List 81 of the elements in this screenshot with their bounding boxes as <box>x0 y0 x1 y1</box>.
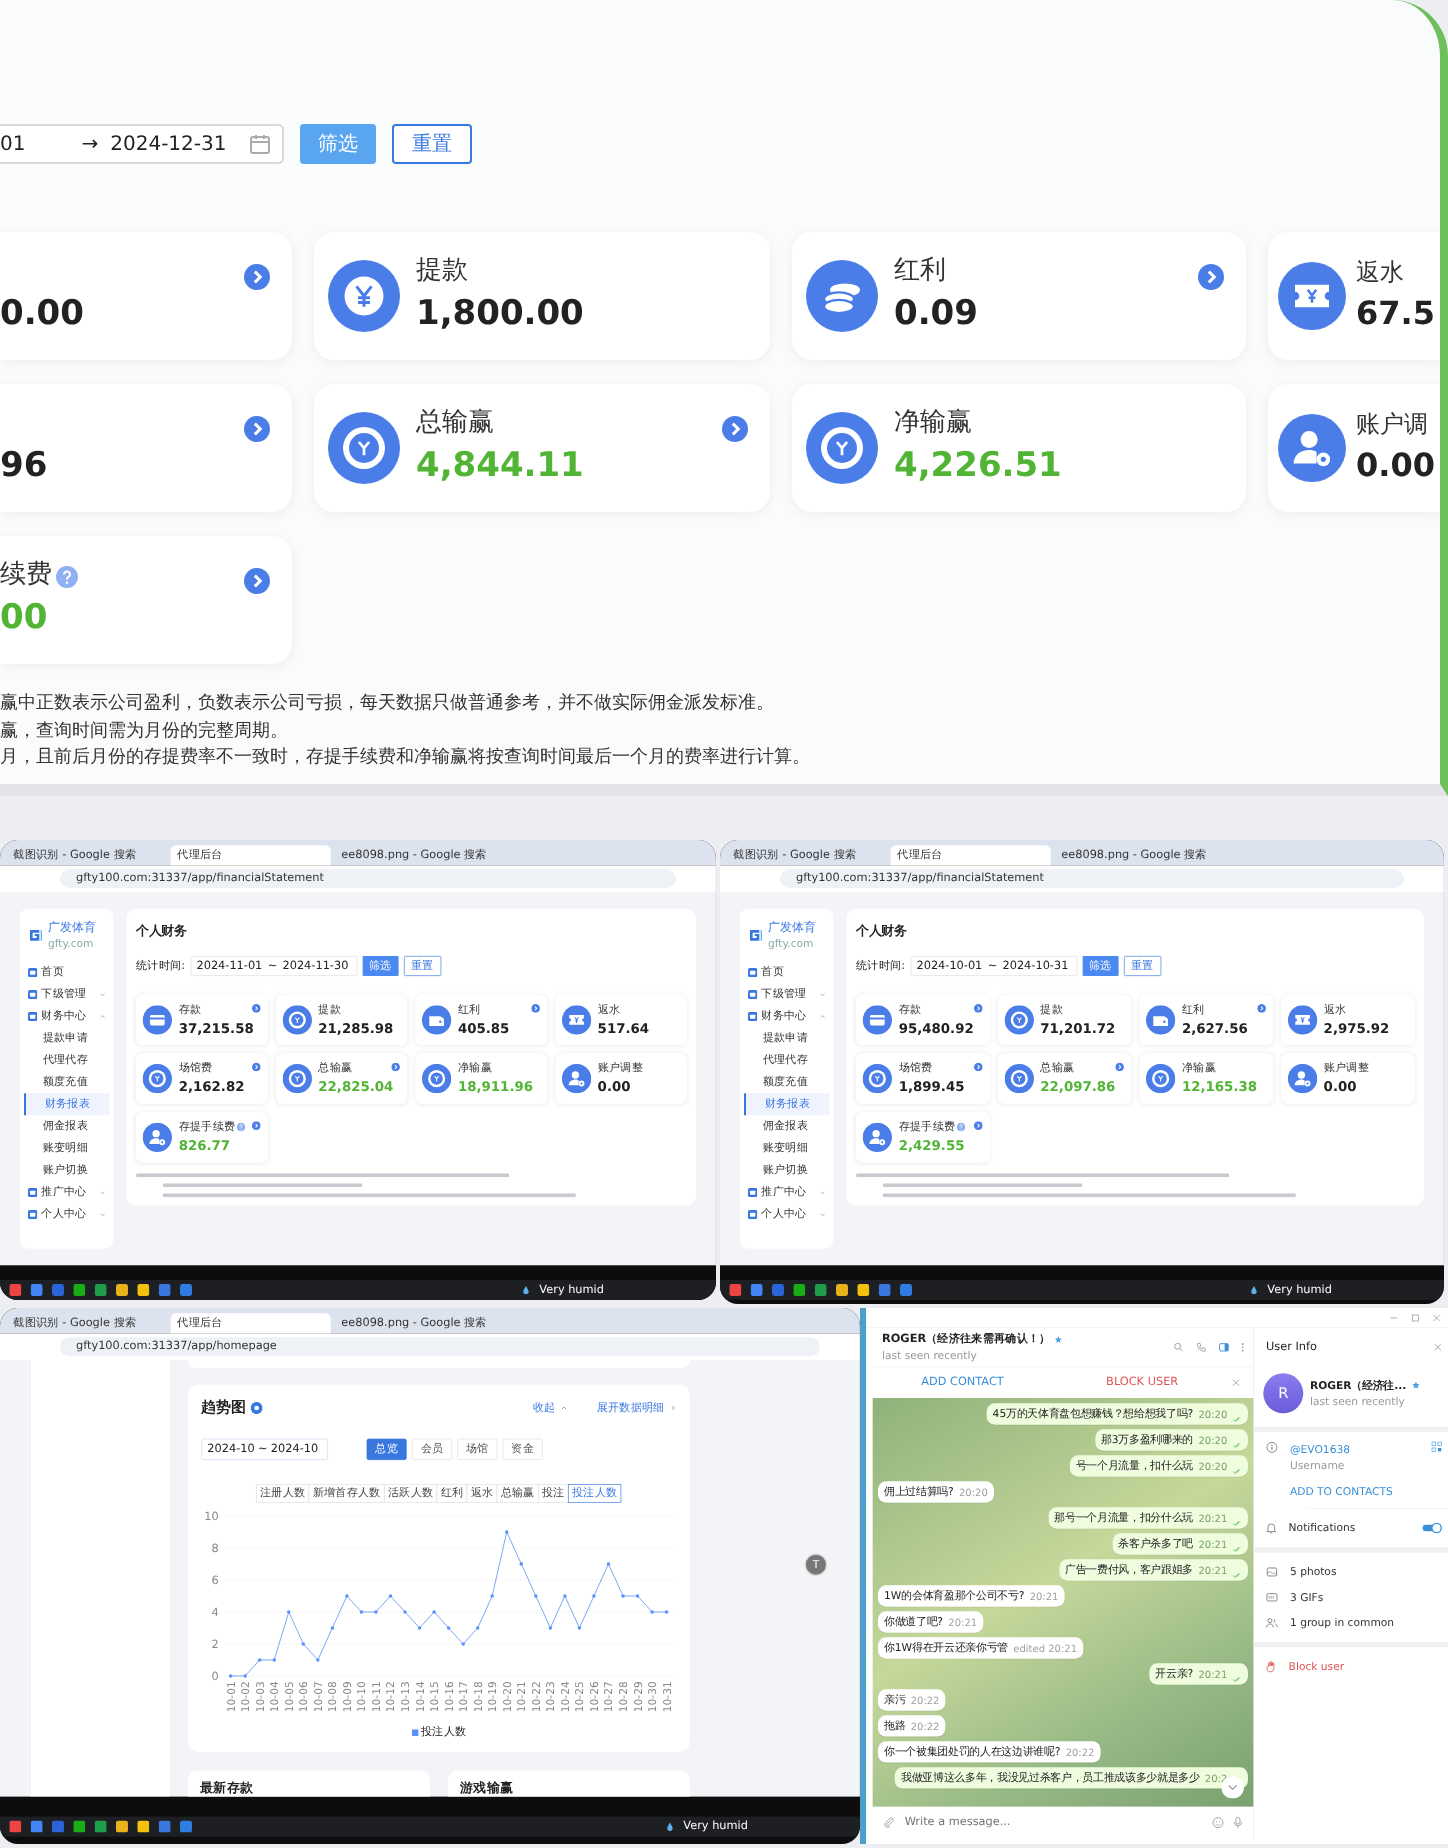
arrow-button[interactable] <box>251 1003 261 1013</box>
yen-icon <box>328 260 400 332</box>
menu-icon <box>748 1011 758 1021</box>
reset-button[interactable]: 重置 <box>392 124 472 164</box>
arrow-button[interactable] <box>251 1062 261 1071</box>
date-range-field[interactable]: 01 → 2024-12-31 <box>0 124 284 164</box>
stat-label: 总输赢 <box>416 406 494 442</box>
arrow-button[interactable] <box>973 1120 983 1130</box>
arrow-button[interactable] <box>973 1062 983 1071</box>
stat-value: 0.00 <box>0 292 84 338</box>
star-icon <box>1054 1335 1063 1343</box>
legend-swatch <box>411 1729 419 1736</box>
user-gear-icon <box>142 1122 172 1152</box>
arrow-button[interactable] <box>722 416 748 442</box>
arrow-button[interactable] <box>244 568 270 594</box>
calendar-icon <box>250 134 270 154</box>
menu-icon <box>28 1011 38 1021</box>
arrow-button[interactable] <box>973 1003 983 1013</box>
logo-icon <box>28 927 44 943</box>
coin-icon <box>862 1063 892 1093</box>
menu-icon <box>748 967 758 977</box>
stat-label: 净输赢 <box>894 406 972 442</box>
weather-icon <box>1250 1285 1259 1295</box>
menu-icon <box>748 1187 758 1197</box>
stat-value: 4,226.51 <box>894 444 1062 490</box>
coin-icon <box>282 1005 312 1035</box>
star-icon <box>1411 1381 1420 1390</box>
stat-value: 67.5 <box>1356 292 1435 336</box>
note-text: 赢中正数表示公司盈利，负数表示公司亏损，每天数据只做普通参考，并不做实际佣金派发标准。 <box>0 692 776 718</box>
arrow-button[interactable] <box>1115 1062 1124 1071</box>
coin-icon <box>282 1063 312 1093</box>
note-text: 月，且前后月份的存提费率不一致时，存提手续费和净输赢将按查询时间最后一个月的费率进行计算。 <box>0 746 812 772</box>
stat-value: 1,800.00 <box>416 292 584 338</box>
arrow-button[interactable] <box>530 1003 540 1013</box>
stat-value: 0.09 <box>894 292 978 338</box>
coin-icon <box>1145 1063 1176 1093</box>
menu-icon <box>748 989 758 999</box>
menu-icon <box>28 1187 38 1197</box>
logo-icon <box>748 927 764 943</box>
coins-icon <box>806 260 878 332</box>
ticket-icon <box>1287 1005 1317 1035</box>
coin-icon <box>142 1063 172 1093</box>
card-icon <box>862 1005 892 1035</box>
stat-label: 账户调 <box>1356 408 1428 442</box>
arrow-button[interactable] <box>244 416 270 442</box>
coin-icon <box>328 412 400 484</box>
menu-icon <box>28 967 38 977</box>
ticket-icon <box>561 1005 591 1035</box>
stat-label: 续费 <box>0 558 52 594</box>
stat-value: 4,844.11 <box>416 444 584 490</box>
coin-icon <box>421 1063 452 1093</box>
stat-value: 0.00 <box>1356 444 1435 488</box>
menu-icon <box>28 1209 38 1219</box>
user-gear-icon <box>561 1063 591 1093</box>
coin-icon <box>1004 1005 1034 1035</box>
user-gear-icon <box>862 1122 892 1152</box>
note-text: 赢，查询时间需为月份的完整周期。 <box>0 719 290 745</box>
stat-label: 提款 <box>416 254 468 290</box>
weather-icon <box>666 1821 675 1832</box>
user-gear-icon <box>1278 414 1346 482</box>
weather-icon <box>522 1285 531 1295</box>
menu-icon <box>748 1209 758 1219</box>
notifications-toggle[interactable] <box>1421 1522 1442 1534</box>
arrow-button[interactable] <box>1256 1003 1266 1013</box>
stat-label: 返水 <box>1356 256 1404 290</box>
coin-icon <box>1004 1063 1034 1093</box>
stat-value: 00 <box>0 596 50 642</box>
stat-label: 红利 <box>894 254 946 290</box>
wallet-icon <box>1145 1005 1176 1035</box>
card-icon <box>142 1005 172 1035</box>
coin-icon <box>806 412 878 484</box>
arrow-button[interactable] <box>251 1120 261 1130</box>
stat-value: 96 <box>0 444 48 490</box>
ticket-icon <box>1278 262 1346 330</box>
info-icon <box>250 1401 263 1414</box>
user-gear-icon <box>1287 1063 1317 1093</box>
arrow-button[interactable] <box>244 264 270 290</box>
wallet-icon <box>421 1005 452 1035</box>
arrow-button[interactable] <box>1198 264 1224 290</box>
menu-icon <box>28 989 38 999</box>
arrow-button[interactable] <box>391 1062 400 1071</box>
